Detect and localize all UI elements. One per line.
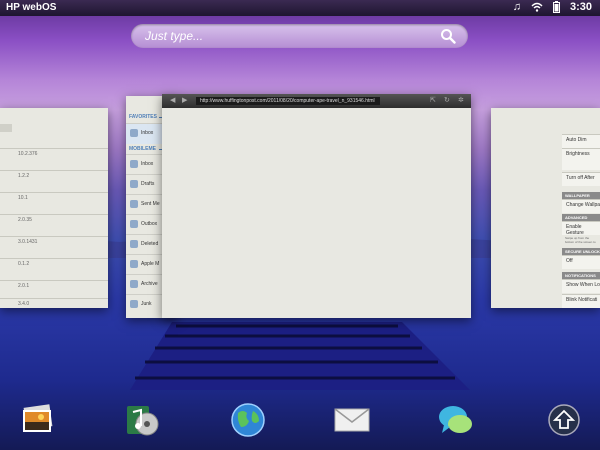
url-field[interactable]: http://www.huffingtonpost.com/2011/08/20… [196, 97, 380, 105]
row-value: 2.0.35 [18, 217, 32, 223]
wallpaper-header: WALLPAPER [562, 192, 600, 199]
list-row[interactable]: 0.1.2 [0, 258, 108, 267]
email-icon[interactable] [332, 400, 372, 440]
browser-toolbar: ◀ ▶ http://www.huffingtonpost.com/2011/0… [162, 94, 471, 108]
row-value: 1.2.2 [18, 173, 30, 179]
folder-label: Inbox [141, 130, 154, 136]
share-icon[interactable]: ⇱ [430, 97, 436, 105]
advanced-gestures-header: ADVANCED GESTU [562, 214, 600, 225]
favorites-header: FAVORITES [129, 114, 177, 120]
row-value: 3.4.0 [18, 301, 30, 307]
folder-label: Drafts [141, 181, 155, 187]
folder-icon [130, 260, 138, 268]
change-wallpaper-button[interactable]: Change Wallpa [562, 199, 600, 213]
photos-icon[interactable] [18, 400, 58, 440]
folder-label: Junk [141, 301, 152, 307]
folder-label: Sent Me [141, 201, 160, 207]
launcher-dock [0, 390, 600, 450]
folder-label: Apple M [141, 261, 160, 267]
row-value: 10.2.376 [18, 151, 38, 157]
secure-unlock-header: SECURE UNLOCK [562, 248, 600, 255]
row-value: 2.0.1 [18, 283, 30, 289]
messaging-icon[interactable] [436, 400, 476, 440]
folder-icon [130, 300, 138, 308]
gesture-note: Swipe up from the bottom of the screen t… [565, 236, 596, 244]
folder-label: Deleted [141, 241, 159, 247]
inbox-icon [130, 160, 138, 168]
turn-off-after-select[interactable]: Turn off After [562, 172, 600, 186]
mobileme-header: MOBILEME [129, 146, 177, 152]
inbox-icon [130, 129, 138, 137]
enable-gestures-toggle[interactable]: Enable Gesture [562, 221, 600, 236]
folder-label: Outbox [141, 221, 158, 227]
secure-unlock-select[interactable]: Off [562, 255, 600, 269]
list-row[interactable]: 10.1 [0, 192, 108, 201]
row-value: 10.1 [18, 195, 28, 201]
app-card-left[interactable]: 10.2.376 1.2.2 10.1 2.0.35 3.0.1431 0.1.… [0, 108, 108, 308]
blink-notifications-toggle[interactable]: Blink Notificati [562, 294, 600, 308]
card-tab [0, 124, 12, 132]
list-row[interactable]: 3.0.1431 [0, 236, 108, 245]
brightness-slider[interactable]: Brightness [562, 148, 600, 170]
list-row[interactable]: 2.0.35 [0, 214, 108, 223]
reload-icon[interactable]: ↻ [444, 97, 450, 105]
auto-dim-toggle[interactable]: Auto Dim [562, 134, 600, 148]
sent-icon [130, 200, 138, 208]
row-value: 3.0.1431 [18, 239, 38, 245]
folder-label: Archive [141, 281, 158, 287]
forward-icon[interactable]: ▶ [182, 97, 187, 105]
folder-icon [130, 280, 138, 288]
outbox-icon [130, 220, 138, 228]
trash-icon [130, 240, 138, 248]
wooden-pier [130, 322, 470, 390]
list-row[interactable]: 10.2.376 [0, 148, 108, 157]
drafts-icon [130, 180, 138, 188]
launcher-icon[interactable] [544, 400, 584, 440]
show-when-locked-toggle[interactable]: Show When Lo [562, 279, 600, 293]
list-row[interactable]: 2.0.1 [0, 280, 108, 289]
list-row[interactable]: 1.2.2 [0, 170, 108, 179]
bookmark-icon[interactable]: ✲ [458, 97, 464, 105]
list-row[interactable]: 3.4.0 [0, 298, 108, 307]
web-browser-icon[interactable] [228, 400, 268, 440]
row-value: 0.1.2 [18, 261, 30, 267]
music-icon[interactable] [122, 400, 162, 440]
web-page-content[interactable] [162, 108, 471, 318]
browser-app-card[interactable]: ◀ ▶ http://www.huffingtonpost.com/2011/0… [162, 94, 471, 318]
folder-label: Inbox [141, 161, 154, 167]
notifications-header: NOTIFICATIONS [562, 272, 600, 279]
settings-app-card[interactable]: Auto Dim Brightness Turn off After WALLP… [491, 108, 600, 308]
back-icon[interactable]: ◀ [170, 97, 175, 105]
